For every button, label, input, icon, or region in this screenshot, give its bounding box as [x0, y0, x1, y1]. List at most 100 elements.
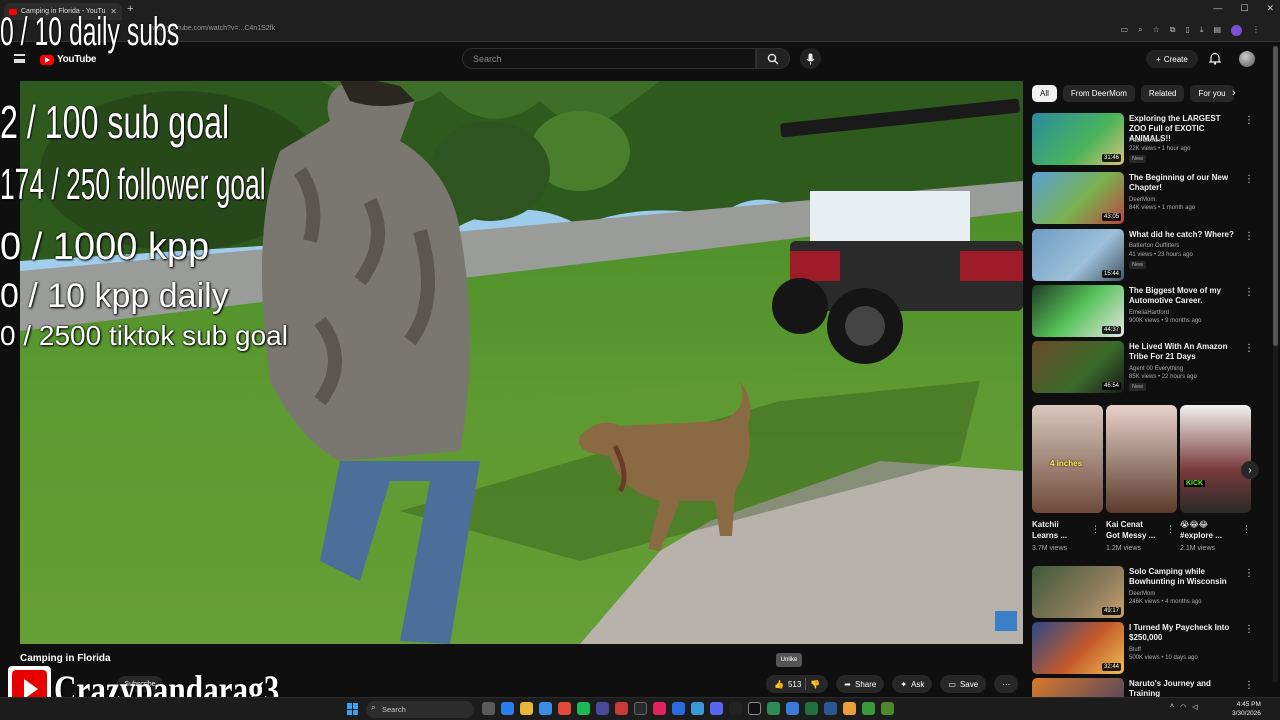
- video-thumbnail[interactable]: 44:37: [1032, 285, 1124, 337]
- sidebar-icon[interactable]: ▤: [1213, 25, 1221, 36]
- zoom-icon[interactable]: ⌕: [1138, 25, 1142, 36]
- taskbar-clock[interactable]: 4:45 PM 3/30/2026: [1232, 700, 1261, 718]
- video-thumbnail[interactable]: 43:05: [1032, 172, 1124, 224]
- chevron-right-icon[interactable]: ›: [1232, 87, 1236, 99]
- short-title[interactable]: Katchii Learns ...: [1032, 519, 1067, 541]
- app-icon[interactable]: [691, 702, 704, 715]
- more-actions-button[interactable]: ⋯: [994, 675, 1019, 693]
- app-icon[interactable]: [596, 702, 609, 715]
- app-icon[interactable]: [805, 702, 818, 715]
- short-thumbnail[interactable]: 4 inches: [1032, 405, 1103, 513]
- rec-title[interactable]: I Turned My Paycheck Into $250,000: [1129, 623, 1239, 643]
- kebab-menu-icon[interactable]: ⋮: [1244, 287, 1254, 298]
- app-icon[interactable]: [843, 702, 856, 715]
- list-item[interactable]: 46:54 He Lived With An Amazon Tribe For …: [1032, 341, 1262, 395]
- kebab-menu-icon[interactable]: ⋮: [1244, 174, 1254, 185]
- list-item[interactable]: 43:05 The Beginning of our New Chapter! …: [1032, 172, 1262, 226]
- kebab-menu-icon[interactable]: ⋮: [1244, 568, 1254, 579]
- kick-icon[interactable]: [748, 702, 761, 715]
- app-icon[interactable]: [786, 702, 799, 715]
- kebab-menu-icon[interactable]: ⋮: [1242, 524, 1251, 535]
- minimize-icon[interactable]: —: [1213, 3, 1222, 14]
- taskbar-search[interactable]: ⌕ Search: [366, 701, 474, 718]
- list-item[interactable]: Naruto's Journey and Training ⋮: [1032, 678, 1262, 697]
- volume-icon[interactable]: ◁: [1192, 703, 1197, 711]
- wifi-icon[interactable]: ◠: [1180, 703, 1186, 711]
- spotify-icon[interactable]: [577, 702, 590, 715]
- video-thumbnail[interactable]: 31:46: [1032, 113, 1124, 165]
- app-icon[interactable]: [729, 702, 742, 715]
- like-button[interactable]: 👍 513 👎: [766, 675, 829, 693]
- rec-channel[interactable]: DeerMom: [1129, 196, 1249, 204]
- chip-from-channel[interactable]: From DeerMom: [1062, 85, 1135, 102]
- list-item[interactable]: 32:44 I Turned My Paycheck Into $250,000…: [1032, 622, 1262, 676]
- list-item[interactable]: 15:44 What did he catch? Where? Batterto…: [1032, 229, 1262, 283]
- kebab-menu-icon[interactable]: ⋮: [1244, 624, 1254, 635]
- app-icon[interactable]: [672, 702, 685, 715]
- bookmark-star-icon[interactable]: ☆: [1153, 25, 1160, 36]
- rec-channel[interactable]: Paul Cuffaro: [1129, 137, 1249, 145]
- voice-search-button[interactable]: [800, 48, 821, 69]
- close-window-icon[interactable]: ✕: [1266, 3, 1274, 14]
- short-title[interactable]: 😭😂😂 #explore ...: [1180, 519, 1222, 541]
- kebab-menu-icon[interactable]: ⋮: [1166, 524, 1175, 535]
- kebab-menu-icon[interactable]: ⋮: [1244, 680, 1254, 691]
- kebab-menu-icon[interactable]: ⋮: [1091, 524, 1100, 535]
- short-title[interactable]: Kai Cenat Got Messy ...: [1106, 519, 1155, 541]
- download-icon[interactable]: ⤓: [1200, 25, 1204, 36]
- video-thumbnail[interactable]: 49:17: [1032, 566, 1124, 618]
- search-input[interactable]: Search: [462, 48, 756, 69]
- hamburger-menu-icon[interactable]: [14, 54, 25, 63]
- shorts-next-button[interactable]: ›: [1241, 461, 1259, 479]
- notifications-button[interactable]: [1208, 52, 1222, 70]
- short-thumbnail[interactable]: [1106, 405, 1177, 513]
- video-thumbnail[interactable]: 32:44: [1032, 622, 1124, 674]
- extensions-icon[interactable]: ⧉: [1170, 25, 1176, 36]
- chrome-icon[interactable]: [558, 702, 571, 715]
- list-item[interactable]: 49:17 Solo Camping while Bowhunting in W…: [1032, 566, 1262, 620]
- kebab-menu-icon[interactable]: ⋮: [1244, 231, 1254, 242]
- video-thumbnail[interactable]: 46:54: [1032, 341, 1124, 393]
- create-button[interactable]: + Create: [1146, 50, 1198, 68]
- search-button[interactable]: [756, 48, 790, 69]
- rec-channel[interactable]: Bluff: [1129, 646, 1249, 654]
- video-thumbnail[interactable]: [1032, 678, 1124, 697]
- profile-icon[interactable]: [1231, 25, 1242, 36]
- file-explorer-icon[interactable]: [520, 702, 533, 715]
- list-item[interactable]: 31:46 Exploring the LARGEST ZOO Full of …: [1032, 113, 1262, 167]
- maximize-icon[interactable]: ☐: [1240, 3, 1248, 14]
- rec-title[interactable]: The Biggest Move of my Automotive Career…: [1129, 286, 1239, 306]
- app-icon[interactable]: [634, 702, 647, 715]
- thumbs-down-icon[interactable]: 👎: [810, 680, 820, 689]
- rec-title[interactable]: The Beginning of our New Chapter!: [1129, 173, 1239, 193]
- minecraft-icon[interactable]: [881, 702, 894, 715]
- app-icon[interactable]: [824, 702, 837, 715]
- account-avatar[interactable]: [1239, 51, 1255, 67]
- share-button[interactable]: ➦ Share: [836, 675, 885, 693]
- rec-channel[interactable]: EmeliaHartford: [1129, 309, 1249, 317]
- app-icon[interactable]: [615, 702, 628, 715]
- rec-title[interactable]: What did he catch? Where?: [1129, 230, 1239, 240]
- cast-icon[interactable]: ▭: [1121, 25, 1129, 36]
- windows-start-icon[interactable]: [347, 703, 359, 715]
- rec-channel[interactable]: Batterton Outfitters: [1129, 242, 1249, 250]
- chip-all[interactable]: All: [1032, 85, 1057, 102]
- scrollbar-thumb[interactable]: [1273, 46, 1278, 346]
- app-icon[interactable]: [862, 702, 875, 715]
- save-button[interactable]: ▭ Save: [940, 675, 987, 693]
- tray-chevron-icon[interactable]: ˄: [1170, 703, 1174, 711]
- rec-channel[interactable]: Agent 00 Everything: [1129, 365, 1249, 373]
- task-view-icon[interactable]: [482, 702, 495, 715]
- chip-related[interactable]: Related: [1140, 85, 1185, 102]
- short-thumbnail[interactable]: KICK: [1180, 405, 1251, 513]
- rec-title[interactable]: Solo Camping while Bowhunting in Wiscons…: [1129, 567, 1239, 587]
- edge-icon[interactable]: [501, 702, 514, 715]
- rec-channel[interactable]: DeerMom: [1129, 590, 1249, 598]
- youtube-logo[interactable]: YouTube: [40, 54, 97, 65]
- chip-for-you[interactable]: For you: [1190, 85, 1234, 102]
- rec-title[interactable]: He Lived With An Amazon Tribe For 21 Day…: [1129, 342, 1239, 362]
- ask-button[interactable]: ✦ Ask: [892, 675, 933, 693]
- kebab-menu-icon[interactable]: ⋮: [1244, 343, 1254, 354]
- app-icon[interactable]: [767, 702, 780, 715]
- split-icon[interactable]: ▯: [1185, 25, 1189, 36]
